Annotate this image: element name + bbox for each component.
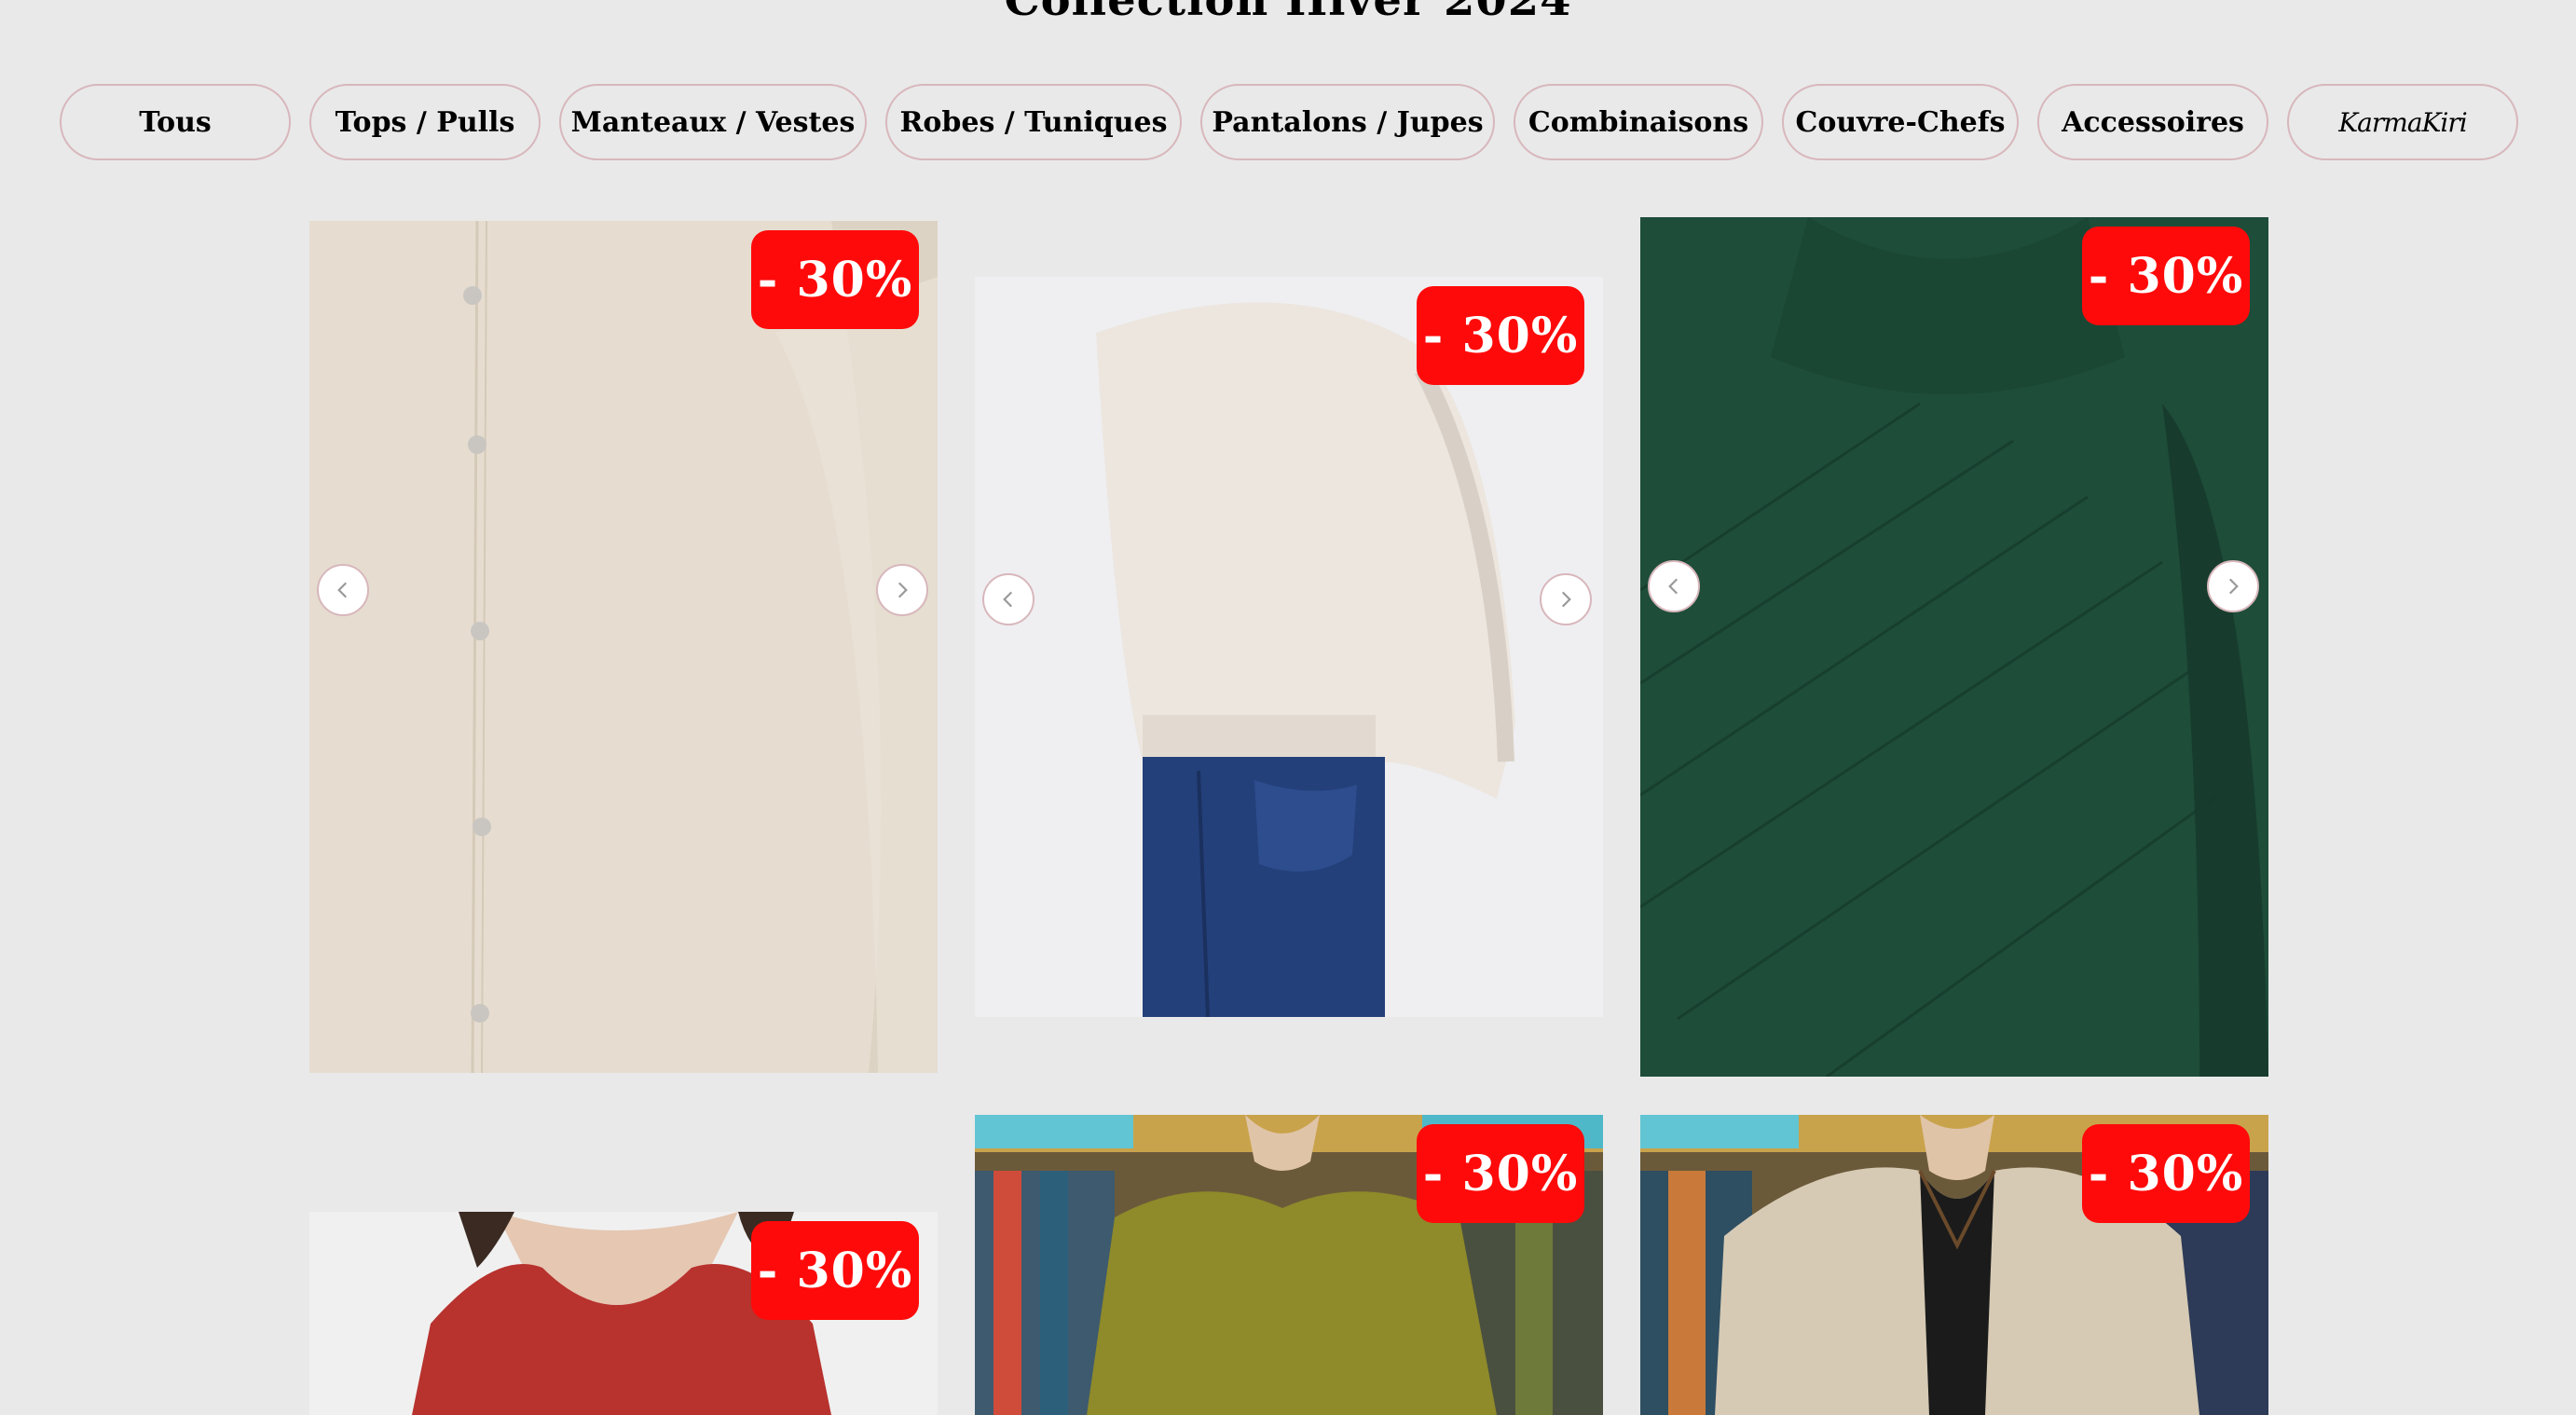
discount-badge: - 30% bbox=[751, 1221, 919, 1320]
category-button-karmakiri[interactable]: KarmaKiri bbox=[2287, 84, 2518, 160]
next-image-button[interactable] bbox=[1540, 573, 1592, 625]
page-title: Collection Hiver 2024 bbox=[1004, 0, 1572, 26]
category-button-accessoires[interactable]: Accessoires bbox=[2037, 84, 2268, 160]
chevron-right-icon bbox=[1561, 591, 1571, 608]
prev-image-button[interactable] bbox=[1648, 560, 1700, 612]
product-image[interactable] bbox=[1640, 217, 2268, 1077]
prev-image-button[interactable] bbox=[982, 573, 1035, 625]
prev-image-button[interactable] bbox=[317, 564, 369, 616]
discount-badge: - 30% bbox=[751, 230, 919, 329]
discount-badge: - 30% bbox=[2082, 1124, 2250, 1223]
category-button-robes-tuniques[interactable]: Robes / Tuniques bbox=[885, 84, 1182, 160]
product-image[interactable] bbox=[309, 221, 938, 1073]
category-button-tous[interactable]: Tous bbox=[60, 84, 291, 160]
page: Collection Hiver 2024 Tous Tops / Pulls … bbox=[0, 0, 2576, 1415]
category-button-couvre-chefs[interactable]: Couvre-Chefs bbox=[1782, 84, 2019, 160]
product-card[interactable]: - 30% bbox=[975, 1115, 1603, 1415]
category-button-pantalons-jupes[interactable]: Pantalons / Jupes bbox=[1200, 84, 1495, 160]
next-image-button[interactable] bbox=[876, 564, 928, 616]
discount-badge: - 30% bbox=[2082, 227, 2250, 325]
chevron-left-icon bbox=[1668, 578, 1679, 595]
product-card[interactable]: - 30% bbox=[1640, 217, 2268, 1077]
category-button-tops-pulls[interactable]: Tops / Pulls bbox=[309, 84, 541, 160]
product-card[interactable]: - 30% bbox=[309, 221, 938, 1073]
discount-badge: - 30% bbox=[1417, 1124, 1584, 1223]
chevron-right-icon bbox=[897, 582, 908, 598]
discount-badge: - 30% bbox=[1417, 286, 1584, 385]
product-card[interactable]: - 30% bbox=[1640, 1115, 2268, 1415]
product-card[interactable]: - 30% bbox=[975, 277, 1603, 1017]
next-image-button[interactable] bbox=[2207, 560, 2259, 612]
chevron-left-icon bbox=[337, 582, 348, 598]
category-button-combinaisons[interactable]: Combinaisons bbox=[1514, 84, 1763, 160]
chevron-right-icon bbox=[2228, 578, 2239, 595]
category-button-manteaux-vestes[interactable]: Manteaux / Vestes bbox=[559, 84, 867, 160]
product-image[interactable] bbox=[975, 277, 1603, 1017]
product-card[interactable]: - 30% bbox=[309, 1212, 938, 1415]
chevron-left-icon bbox=[1003, 591, 1013, 608]
